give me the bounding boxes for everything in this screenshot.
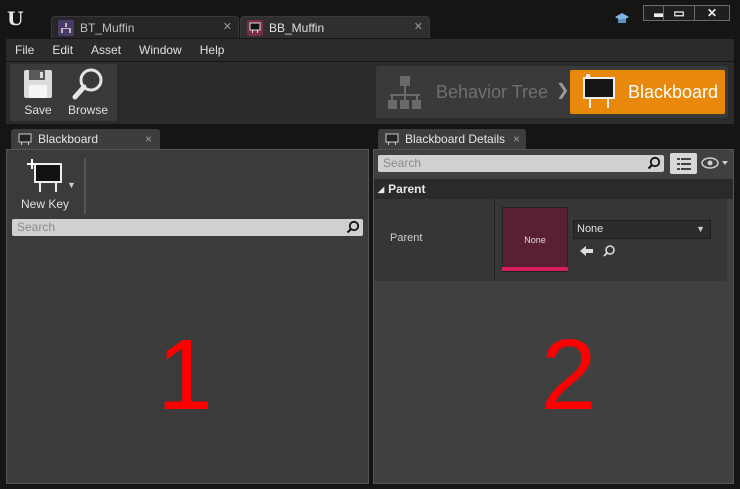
arrow-left-icon [580, 246, 593, 256]
chevron-down-icon[interactable]: ▼ [67, 180, 76, 190]
blackboard-mode-button[interactable]: Blackboard [570, 70, 725, 114]
blackboard-details-panel: Search ◢ Parent Parent None None ▼ 2 [373, 149, 734, 484]
tab-bt-muffin[interactable]: BT_Muffin ✕ [51, 16, 239, 38]
tab-label: BB_Muffin [269, 20, 325, 35]
toolbar-group: Save Browse [10, 64, 117, 121]
chevron-down-icon: ▼ [696, 224, 705, 234]
property-row-parent: Parent None None ▼ [374, 199, 727, 281]
menu-file[interactable]: File [6, 43, 43, 57]
divider [494, 199, 495, 281]
overlay-number-2: 2 [541, 319, 597, 431]
menu-window[interactable]: Window [130, 43, 191, 57]
close-icon[interactable]: × [513, 132, 520, 146]
eye-icon [701, 157, 728, 169]
behavior-tree-icon [388, 76, 421, 109]
blackboard-panel: New Key ▼ Search 1 [6, 149, 369, 484]
tab-blackboard-details[interactable]: Blackboard Details × [378, 129, 526, 149]
blackboard-icon [18, 133, 32, 145]
behavior-tree-mode-button[interactable]: Behavior Tree [386, 70, 566, 114]
menu-bar: File Edit Asset Window Help [6, 39, 734, 61]
list-view-icon [676, 157, 691, 170]
asset-type-color-bar [502, 267, 568, 271]
save-button[interactable]: Save [13, 64, 63, 121]
close-icon[interactable]: ✕ [223, 20, 232, 33]
visibility-filter-button[interactable] [701, 156, 731, 170]
search-icon [647, 156, 661, 170]
blackboard-icon [583, 74, 615, 108]
browse-asset-button[interactable] [602, 244, 616, 258]
close-window-button[interactable]: ✕ [694, 5, 730, 21]
view-options-button[interactable] [670, 153, 697, 174]
mode-switcher: Behavior Tree ❯ Blackboard [376, 66, 728, 118]
svg-text:U: U [7, 8, 24, 30]
new-key-icon [27, 159, 62, 192]
details-search-input[interactable]: Search [378, 155, 664, 172]
menu-help[interactable]: Help [191, 43, 234, 57]
chevron-right-icon: ❯ [556, 82, 570, 99]
category-header-parent[interactable]: ◢ Parent [374, 179, 733, 199]
browse-icon [72, 68, 103, 100]
search-icon [603, 245, 615, 257]
close-icon[interactable]: × [145, 132, 152, 146]
source-control-icon[interactable] [614, 12, 630, 26]
asset-picker-dropdown[interactable]: None ▼ [573, 220, 711, 239]
browse-button[interactable]: Browse [63, 64, 113, 121]
blackboard-search-input[interactable]: Search [12, 219, 363, 236]
blackboard-icon [385, 133, 399, 145]
close-icon[interactable]: ✕ [414, 20, 423, 33]
behavior-tree-icon [58, 19, 74, 36]
tab-bb-muffin[interactable]: BB_Muffin ✕ [240, 16, 430, 38]
maximize-button[interactable]: ▭ [663, 5, 695, 21]
divider [84, 158, 86, 214]
unreal-logo-icon[interactable]: U [6, 6, 30, 30]
tab-blackboard[interactable]: Blackboard × [11, 129, 160, 149]
search-icon [346, 220, 360, 234]
menu-asset[interactable]: Asset [82, 43, 130, 57]
use-selected-asset-button[interactable] [580, 244, 594, 260]
overlay-number-1: 1 [157, 319, 213, 431]
tab-label: BT_Muffin [80, 20, 135, 35]
toolbar: Save Browse Behavior Tree ❯ Blackboard [6, 62, 734, 124]
collapse-arrow-icon: ◢ [378, 184, 385, 194]
blackboard-icon [247, 19, 263, 36]
menu-edit[interactable]: Edit [43, 43, 82, 57]
save-icon [24, 70, 52, 98]
new-key-button[interactable]: New Key [15, 158, 75, 214]
property-name: Parent [390, 232, 423, 244]
asset-thumbnail[interactable]: None [502, 207, 568, 272]
